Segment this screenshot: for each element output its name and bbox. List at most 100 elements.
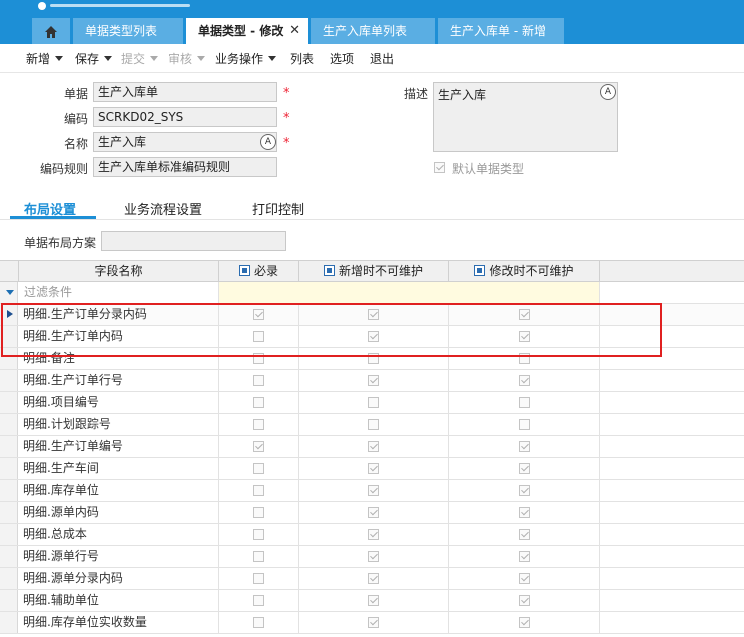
tab-bill-type-list[interactable]: 单据类型列表 [73,18,183,44]
table-row[interactable]: 明细.备注 [0,348,744,370]
header-field-name[interactable]: 字段名称 [19,261,219,282]
no_modify-checkbox[interactable] [518,375,530,386]
table-row[interactable]: 明细.库存单位实收数量 [0,612,744,634]
layout-scheme-field[interactable] [101,231,286,251]
row-marker[interactable] [0,436,18,457]
no_new-checkbox[interactable] [368,551,379,562]
header-checkbox[interactable] [238,265,250,276]
required-checkbox[interactable] [253,397,264,408]
options-button[interactable]: 选项 [330,50,354,67]
required-checkbox[interactable] [253,595,264,606]
row-marker[interactable] [0,370,18,391]
required-checkbox[interactable] [253,551,264,562]
required-checkbox[interactable] [253,375,264,386]
table-row[interactable]: 明细.生产订单行号 [0,370,744,392]
list-button[interactable]: 列表 [290,50,314,67]
row-marker[interactable] [0,524,18,545]
no_modify-checkbox[interactable] [518,309,530,320]
filter-cell[interactable] [219,282,600,303]
tab-print-control[interactable]: 打印控制 [252,199,304,218]
table-row[interactable]: 明细.生产车间 [0,458,744,480]
no_modify-checkbox[interactable] [518,595,530,606]
submit-button[interactable]: 提交 [121,50,159,67]
code-field[interactable]: SCRKD02_SYS [93,107,277,127]
no_modify-checkbox[interactable] [518,353,530,364]
table-row[interactable]: 明细.库存单位 [0,480,744,502]
chevron-down-icon[interactable] [104,56,113,61]
no_modify-checkbox[interactable] [518,331,530,342]
no_new-checkbox[interactable] [368,529,379,540]
table-row[interactable]: 明细.总成本 [0,524,744,546]
row-marker[interactable] [0,414,18,435]
row-marker[interactable] [0,546,18,567]
description-field[interactable]: 生产入库 [433,82,618,152]
header-no-edit-new[interactable]: 新增时不可维护 [299,261,449,282]
audit-button[interactable]: 审核 [168,50,206,67]
exit-button[interactable]: 退出 [370,50,394,67]
no_modify-checkbox[interactable] [518,529,530,540]
table-row[interactable]: 明细.源单行号 [0,546,744,568]
no_modify-checkbox[interactable] [518,397,530,408]
row-marker[interactable] [0,458,18,479]
table-row[interactable]: 明细.生产订单分录内码 [0,304,744,326]
row-marker[interactable] [0,502,18,523]
tab-business-flow-settings[interactable]: 业务流程设置 [124,199,202,218]
multilanguage-icon[interactable]: A [600,84,616,100]
no_modify-checkbox[interactable] [518,419,530,430]
name-field[interactable]: 生产入库 [93,132,277,152]
new-button[interactable]: 新增 [26,50,64,67]
multilanguage-icon[interactable]: A [260,134,276,150]
no_modify-checkbox[interactable] [518,463,530,474]
required-checkbox[interactable] [253,573,264,584]
default-bill-type-checkbox[interactable] [434,162,445,173]
row-marker[interactable] [0,304,18,325]
no_new-checkbox[interactable] [368,485,379,496]
header-no-edit-modify[interactable]: 修改时不可维护 [449,261,600,282]
required-checkbox[interactable] [253,529,264,540]
no_new-checkbox[interactable] [368,375,379,386]
required-checkbox[interactable] [253,485,264,496]
chevron-down-icon[interactable] [55,56,64,61]
no_new-checkbox[interactable] [368,419,379,430]
required-checkbox[interactable] [253,463,264,474]
filter-cell[interactable]: 过滤条件 [18,282,219,303]
row-marker[interactable] [0,348,18,369]
table-row[interactable]: 明细.生产订单内码 [0,326,744,348]
no_new-checkbox[interactable] [368,463,379,474]
row-marker[interactable] [0,326,18,347]
table-row[interactable]: 明细.源单分录内码 [0,568,744,590]
no_modify-checkbox[interactable] [518,617,530,628]
no_modify-checkbox[interactable] [518,441,530,452]
row-marker[interactable] [0,612,18,633]
row-marker[interactable] [0,590,18,611]
no_new-checkbox[interactable] [368,353,379,364]
save-button[interactable]: 保存 [75,50,113,67]
header-checkbox[interactable] [323,265,335,276]
tab-bill-type-edit[interactable]: 单据类型 - 修改 ✕ [186,18,308,44]
no_new-checkbox[interactable] [368,309,379,320]
coding-rule-field[interactable]: 生产入库单标准编码规则 [93,157,277,177]
required-checkbox[interactable] [253,331,264,342]
table-row[interactable]: 明细.生产订单编号 [0,436,744,458]
bill-field[interactable]: 生产入库单 [93,82,277,102]
no_new-checkbox[interactable] [368,573,379,584]
chevron-down-icon[interactable] [150,56,159,61]
required-checkbox[interactable] [253,353,264,364]
row-marker[interactable] [0,480,18,501]
table-row[interactable]: 明细.项目编号 [0,392,744,414]
no_new-checkbox[interactable] [368,595,379,606]
header-checkbox[interactable] [474,265,486,276]
required-checkbox[interactable] [253,419,264,430]
chevron-down-icon[interactable] [197,56,206,61]
header-required[interactable]: 必录 [219,261,299,282]
table-row[interactable]: 明细.计划跟踪号 [0,414,744,436]
filter-icon[interactable] [5,289,15,299]
table-row[interactable]: 明细.辅助单位 [0,590,744,612]
no_modify-checkbox[interactable] [518,485,530,496]
required-checkbox[interactable] [253,441,264,452]
required-checkbox[interactable] [253,617,264,628]
no_modify-checkbox[interactable] [518,573,530,584]
tab-production-receipt-new[interactable]: 生产入库单 - 新增 [438,18,564,44]
no_new-checkbox[interactable] [368,617,379,628]
no_new-checkbox[interactable] [368,397,379,408]
